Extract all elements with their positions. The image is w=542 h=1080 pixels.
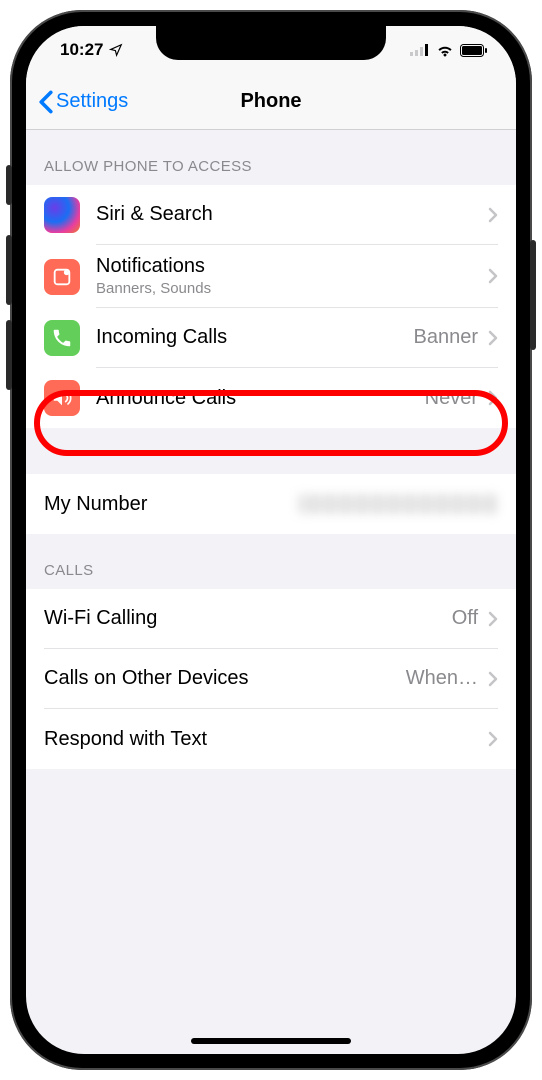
row-value: Off: [452, 607, 478, 630]
chevron-right-icon: [488, 390, 498, 406]
volume-down-button: [6, 320, 12, 390]
row-announce-calls[interactable]: Announce Calls Never: [26, 368, 516, 428]
incoming-calls-icon: [44, 320, 80, 356]
row-respond-with-text[interactable]: Respond with Text: [26, 709, 516, 769]
chevron-right-icon: [488, 207, 498, 223]
nav-bar: Settings Phone: [26, 74, 516, 130]
chevron-right-icon: [488, 611, 498, 627]
row-label: Siri & Search: [96, 203, 488, 226]
chevron-right-icon: [488, 330, 498, 346]
row-label: Notifications: [96, 255, 488, 278]
row-value: Never: [425, 387, 478, 410]
section-header-access: Allow Phone to Access: [26, 130, 516, 185]
nav-title: Phone: [240, 90, 301, 113]
row-notifications[interactable]: Notifications Banners, Sounds: [26, 245, 516, 308]
row-group-my-number: My Number: [26, 474, 516, 534]
row-label: Respond with Text: [44, 728, 488, 751]
chevron-right-icon: [488, 268, 498, 284]
row-label: Announce Calls: [96, 387, 425, 410]
chevron-right-icon: [488, 671, 498, 687]
screen: 10:27: [26, 26, 516, 1054]
notifications-icon: [44, 259, 80, 295]
row-incoming-calls[interactable]: Incoming Calls Banner: [26, 308, 516, 368]
battery-icon: [460, 44, 488, 57]
row-label: My Number: [44, 493, 298, 516]
section-header-calls: Calls: [26, 534, 516, 589]
mute-switch: [6, 165, 12, 205]
volume-up-button: [6, 235, 12, 305]
side-button: [530, 240, 536, 350]
row-value: Banner: [414, 326, 479, 349]
content: Allow Phone to Access Siri & Search: [26, 130, 516, 769]
row-wifi-calling[interactable]: Wi-Fi Calling Off: [26, 589, 516, 649]
announce-calls-icon: [44, 380, 80, 416]
location-icon: [109, 43, 123, 57]
row-sublabel: Banners, Sounds: [96, 280, 488, 297]
device-frame: 10:27: [10, 10, 532, 1070]
row-label: Incoming Calls: [96, 326, 414, 349]
notch: [156, 26, 386, 60]
row-siri-search[interactable]: Siri & Search: [26, 185, 516, 245]
back-button[interactable]: Settings: [38, 90, 128, 114]
row-label: Calls on Other Devices: [44, 667, 406, 690]
redacted-value: [298, 494, 498, 514]
row-my-number[interactable]: My Number: [26, 474, 516, 534]
status-time: 10:27: [60, 40, 103, 60]
back-label: Settings: [56, 90, 128, 113]
row-label: Wi-Fi Calling: [44, 607, 452, 630]
row-group-calls: Wi-Fi Calling Off Calls on Other Devices…: [26, 589, 516, 769]
wifi-icon: [436, 44, 454, 57]
row-calls-other-devices[interactable]: Calls on Other Devices When…: [26, 649, 516, 709]
chevron-right-icon: [488, 731, 498, 747]
cellular-icon: [410, 44, 430, 56]
row-group-access: Siri & Search Notifications: [26, 185, 516, 428]
home-indicator: [191, 1038, 351, 1044]
row-value: When…: [406, 667, 478, 690]
siri-icon: [44, 197, 80, 233]
chevron-left-icon: [38, 90, 54, 114]
